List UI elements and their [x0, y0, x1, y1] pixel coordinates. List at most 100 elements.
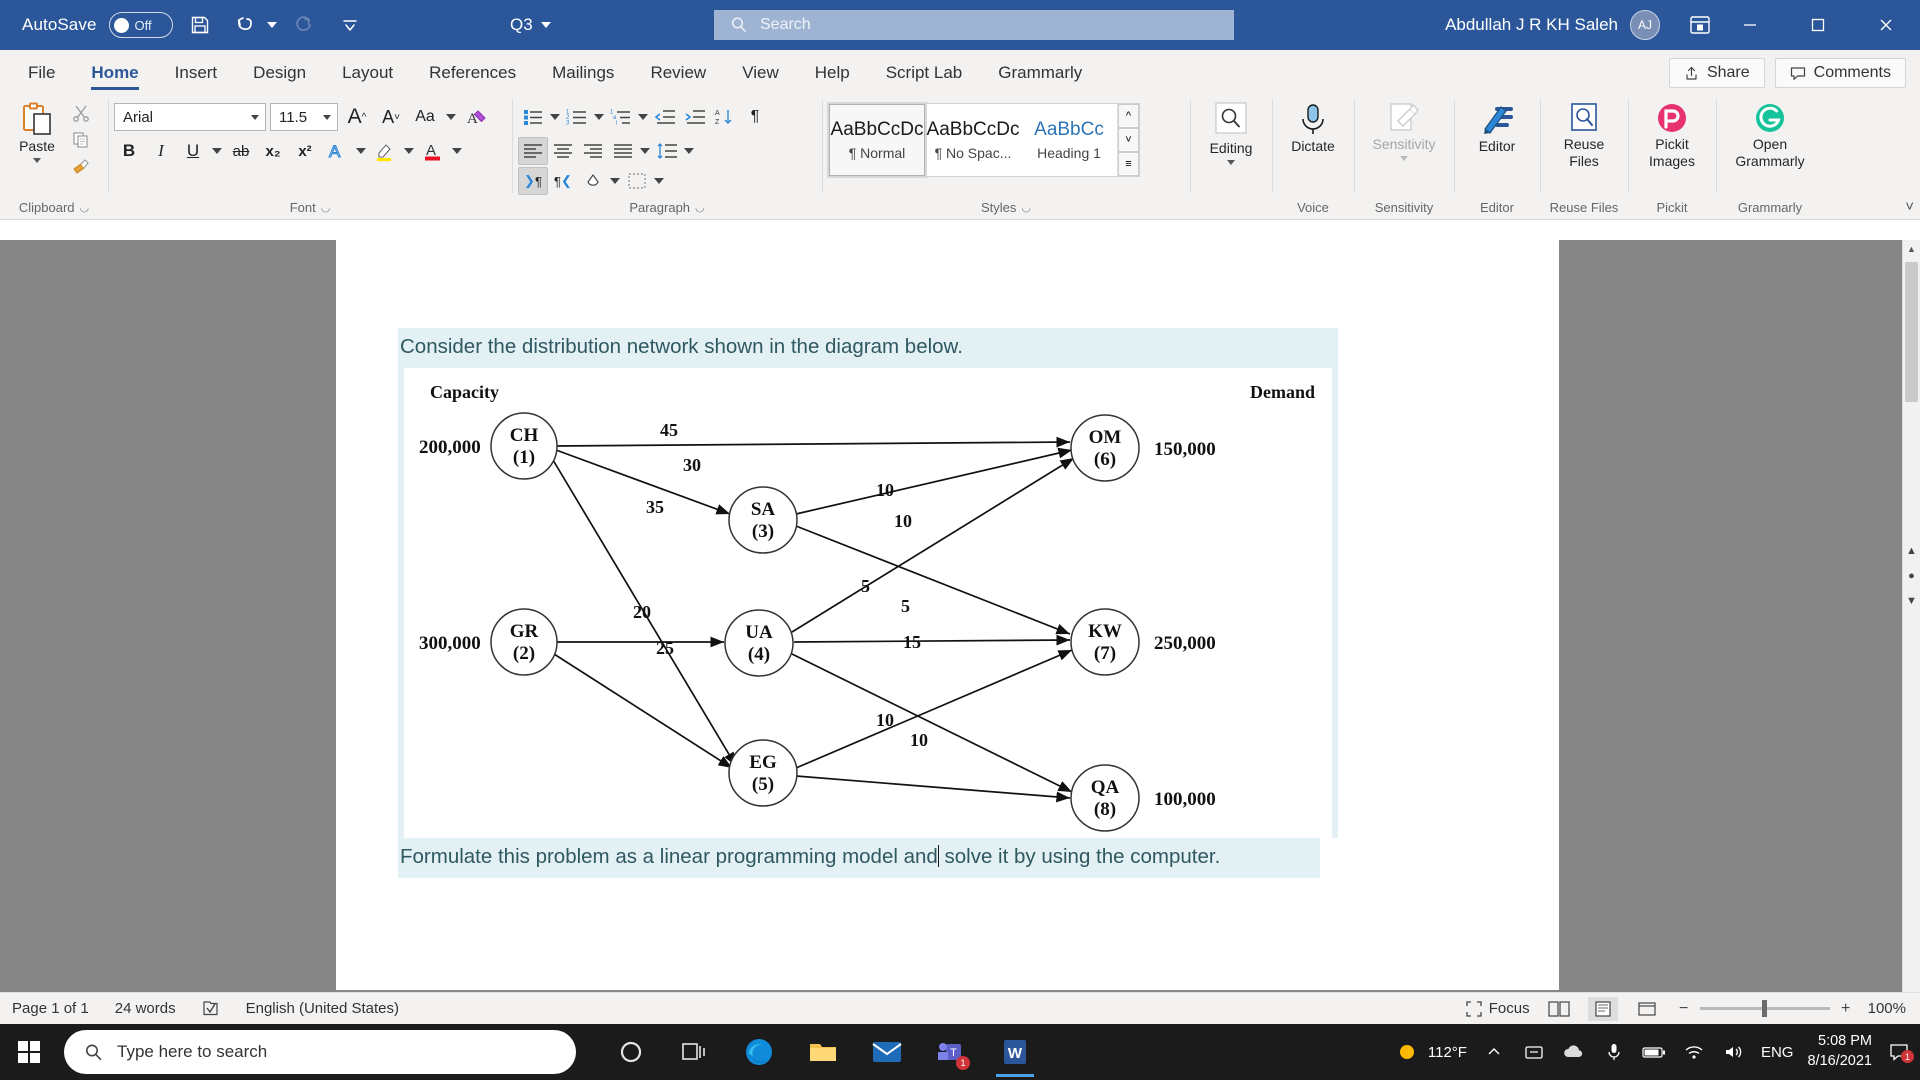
zoom-thumb[interactable] — [1761, 1000, 1767, 1017]
previous-page-icon[interactable]: ▲ — [1903, 545, 1920, 557]
alignment-chevron-down-icon[interactable] — [638, 137, 652, 165]
weather-widget[interactable]: 112°F — [1395, 1040, 1467, 1064]
search-input[interactable]: Search — [714, 10, 1234, 40]
cortana-icon[interactable] — [604, 1026, 658, 1078]
redo-icon[interactable] — [285, 6, 323, 44]
mail-icon[interactable] — [860, 1026, 914, 1078]
shrink-font-icon[interactable]: A ˅ — [376, 103, 406, 131]
zoom-track[interactable] — [1699, 1000, 1830, 1017]
style-no-spacing[interactable]: AaBbCcDc ¶ No Spac... — [925, 104, 1021, 176]
tab-view[interactable]: View — [724, 54, 797, 92]
distribution-network-diagram[interactable]: CH (1) GR (2) SA (3) UA (4) EG (5) OM (6… — [398, 368, 1338, 838]
paste-button[interactable]: Paste — [6, 97, 68, 164]
right-to-left-icon[interactable]: ¶ ❮ — [548, 167, 578, 195]
font-size-combo[interactable]: 11.5 — [270, 103, 338, 131]
sensitivity-button[interactable]: Sensitivity — [1361, 97, 1447, 162]
proofing-icon[interactable] — [202, 1000, 220, 1018]
scroll-up-icon[interactable]: ▲ — [1903, 240, 1920, 258]
paragraph-dialog-launcher[interactable]: ◡ — [695, 197, 705, 219]
tab-help[interactable]: Help — [797, 54, 868, 92]
clock[interactable]: 5:08 PM 8/16/2021 — [1807, 1032, 1872, 1071]
document-page[interactable]: Consider the distribution network shown … — [336, 240, 1559, 990]
collapse-ribbon-icon[interactable]: ˅ — [1905, 198, 1914, 215]
paste-chevron-down-icon[interactable] — [33, 158, 41, 164]
tab-script-lab[interactable]: Script Lab — [868, 54, 981, 92]
align-center-icon[interactable] — [548, 137, 578, 165]
minimize-icon[interactable] — [1716, 0, 1784, 50]
styles-dialog-launcher[interactable]: ◡ — [1021, 197, 1031, 219]
style-normal[interactable]: AaBbCcDc ¶ Normal — [827, 102, 927, 178]
text-highlight-chevron-down-icon[interactable] — [402, 137, 416, 165]
windows-start-icon[interactable] — [0, 1024, 58, 1080]
zoom-out-button[interactable]: − — [1676, 1000, 1692, 1018]
read-mode-icon[interactable] — [1544, 997, 1574, 1021]
editing-button[interactable]: Editing — [1200, 97, 1262, 166]
zoom-level[interactable]: 100% — [1868, 1000, 1906, 1017]
comments-button[interactable]: Comments — [1774, 58, 1906, 88]
font-color-icon[interactable]: A — [418, 137, 448, 165]
font-dialog-launcher[interactable]: ◡ — [321, 197, 331, 219]
change-case-chevron-down-icon[interactable] — [444, 103, 458, 131]
borders-chevron-down-icon[interactable] — [652, 167, 666, 195]
grow-font-icon[interactable]: A ^ — [342, 103, 372, 131]
text-effects-icon[interactable]: A — [322, 137, 352, 165]
page-indicator[interactable]: Page 1 of 1 — [12, 1000, 89, 1017]
multilevel-list-icon[interactable]: 1ai — [606, 103, 636, 131]
line-spacing-chevron-down-icon[interactable] — [682, 137, 696, 165]
multilevel-list-chevron-down-icon[interactable] — [636, 103, 650, 131]
word-icon[interactable]: W — [988, 1026, 1042, 1078]
increase-indent-icon[interactable] — [680, 103, 710, 131]
word-count[interactable]: 24 words — [115, 1000, 176, 1017]
zoom-slider[interactable]: − + — [1676, 1000, 1854, 1018]
styles-gallery[interactable]: AaBbCcDc ¶ Normal AaBbCcDc ¶ No Spac... … — [827, 102, 1140, 178]
borders-icon[interactable] — [622, 167, 652, 195]
file-explorer-icon[interactable] — [796, 1026, 850, 1078]
taskbar-search-input[interactable]: Type here to search — [64, 1030, 576, 1074]
close-icon[interactable] — [1852, 0, 1920, 50]
styles-scroll-down-icon[interactable]: ˅ — [1118, 128, 1139, 152]
document-name[interactable]: Q3 — [510, 15, 551, 35]
undo-dropdown[interactable] — [266, 22, 277, 28]
vertical-scrollbar[interactable]: ▲ ▲ ● ▼ ▼ — [1902, 240, 1920, 1024]
text-effects-chevron-down-icon[interactable] — [354, 137, 368, 165]
tab-references[interactable]: References — [411, 54, 534, 92]
bullet-list-chevron-down-icon[interactable] — [548, 103, 562, 131]
microphone-icon[interactable] — [1601, 1043, 1627, 1061]
select-browse-object-icon[interactable]: ● — [1903, 570, 1920, 582]
align-right-icon[interactable] — [578, 137, 608, 165]
numbered-list-icon[interactable]: 123 — [562, 103, 592, 131]
font-family-combo[interactable]: Arial — [114, 103, 266, 131]
account-control[interactable]: Abdullah J R KH Saleh AJ — [1445, 10, 1660, 40]
show-hidden-icons-icon[interactable] — [1481, 1044, 1507, 1060]
restore-icon[interactable] — [1784, 0, 1852, 50]
italic-button[interactable]: I — [146, 137, 176, 165]
justify-icon[interactable] — [608, 137, 638, 165]
change-case-button[interactable]: Aa — [410, 103, 440, 131]
tab-home[interactable]: Home — [73, 54, 156, 92]
pickit-images-button[interactable]: Pickit Images — [1635, 97, 1709, 170]
underline-button[interactable]: U — [178, 137, 208, 165]
tab-mailings[interactable]: Mailings — [534, 54, 632, 92]
strikethrough-button[interactable]: ab — [226, 137, 256, 165]
onedrive-icon[interactable] — [1521, 1044, 1547, 1060]
autosave-toggle[interactable]: Off — [108, 12, 173, 38]
undo-icon[interactable] — [227, 6, 265, 44]
battery-icon[interactable] — [1641, 1045, 1667, 1059]
text-highlight-icon[interactable] — [370, 137, 400, 165]
sort-icon[interactable]: AZ — [710, 103, 740, 131]
dictate-button[interactable]: Dictate — [1282, 97, 1344, 154]
underline-chevron-down-icon[interactable] — [210, 137, 224, 165]
numbered-list-chevron-down-icon[interactable] — [592, 103, 606, 131]
share-button[interactable]: Share — [1668, 58, 1765, 88]
font-size-chevron-down-icon[interactable] — [323, 114, 331, 120]
editor-button[interactable]: Editor — [1466, 97, 1528, 154]
format-painter-icon[interactable] — [68, 155, 94, 179]
autosave-control[interactable]: AutoSave Off — [22, 12, 173, 38]
styles-more-icon[interactable]: ≡ — [1118, 152, 1139, 176]
cut-icon[interactable] — [68, 101, 94, 125]
clear-formatting-icon[interactable]: A — [462, 103, 492, 131]
line-spacing-icon[interactable] — [652, 137, 682, 165]
font-color-chevron-down-icon[interactable] — [450, 137, 464, 165]
cloud-icon[interactable] — [1561, 1044, 1587, 1060]
edge-icon[interactable] — [732, 1026, 786, 1078]
